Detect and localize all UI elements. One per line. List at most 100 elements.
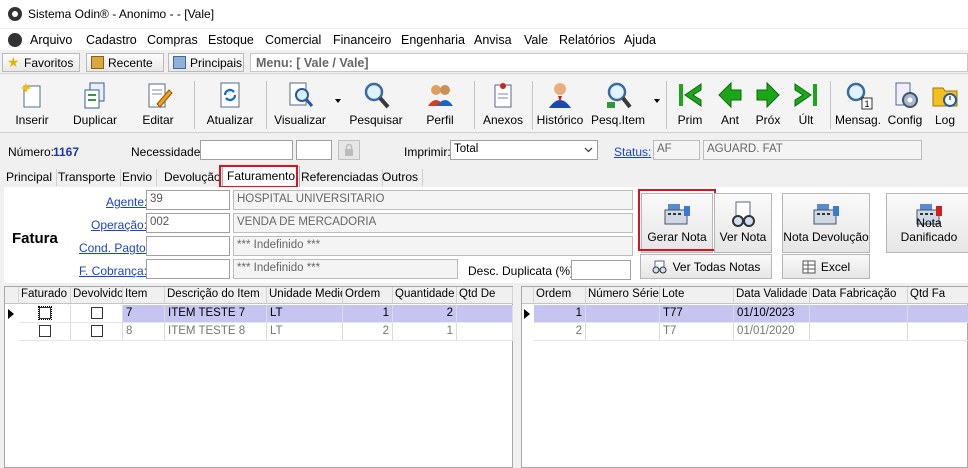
numero-serie-cell[interactable] — [586, 305, 660, 323]
col-ordem[interactable]: Ordem — [534, 287, 586, 304]
prim-button[interactable]: Prim — [672, 77, 708, 131]
col-devolvido[interactable]: Devolvido — [71, 287, 123, 304]
pesq-item-button[interactable]: Pesq.Item — [590, 77, 646, 131]
forma-cobranca-link[interactable]: F. Cobrança: — [79, 264, 147, 278]
cond-pagto-code-field[interactable] — [146, 236, 230, 256]
status-link[interactable]: Status: — [614, 145, 651, 159]
visualizar-dropdown-icon[interactable] — [335, 99, 341, 103]
qtd-devolvida-cell[interactable] — [457, 323, 513, 341]
ver-todas-notas-button[interactable]: Ver Todas Notas — [640, 254, 772, 279]
historico-button[interactable]: Histórico — [534, 77, 586, 131]
devolvido-checkbox[interactable] — [91, 325, 103, 337]
tab-transporte[interactable]: Transporte — [54, 169, 121, 186]
imprimir-select[interactable]: Total — [450, 140, 598, 160]
atualizar-button[interactable]: Atualizar — [202, 77, 258, 131]
ordem-cell[interactable]: 2 — [534, 323, 586, 341]
log-button[interactable]: Log — [926, 77, 964, 131]
menu-vale[interactable]: Vale — [524, 33, 548, 47]
ordem-cell[interactable]: 2 — [343, 323, 393, 341]
tab-principal[interactable]: Principal — [2, 169, 58, 186]
data-fabricacao-cell[interactable] — [810, 305, 908, 323]
config-button[interactable]: Config — [884, 77, 926, 131]
lock-icon[interactable] — [338, 140, 360, 160]
duplicar-button[interactable]: Duplicar — [66, 77, 124, 131]
item-cell[interactable]: 7 — [123, 305, 165, 323]
anexos-button[interactable]: Anexos — [478, 77, 528, 131]
col-qtd-faturada[interactable]: Qtd Fa — [908, 287, 968, 304]
menu-financeiro[interactable]: Financeiro — [333, 33, 391, 47]
necessidade-date-field[interactable] — [200, 140, 293, 160]
faturado-checkbox[interactable] — [38, 306, 52, 320]
pesquisar-button[interactable]: Pesquisar — [346, 77, 406, 131]
quantidade-cell[interactable]: 1 — [393, 323, 457, 341]
col-descricao[interactable]: Descrição do Item — [165, 287, 267, 304]
tab-devolucao[interactable]: Devolução — [160, 169, 226, 186]
qtd-faturada-cell[interactable] — [908, 323, 968, 341]
menu-compras[interactable]: Compras — [147, 33, 198, 47]
ver-nota-button[interactable]: Ver Nota — [714, 193, 772, 253]
system-menu-icon[interactable] — [8, 33, 22, 47]
operacao-code-field[interactable]: 002 — [146, 213, 230, 233]
col-faturado[interactable]: Faturado — [19, 287, 71, 304]
faturado-checkbox[interactable] — [39, 325, 51, 337]
menu-arquivo[interactable]: Arquivo — [30, 33, 72, 47]
numero-serie-cell[interactable] — [586, 323, 660, 341]
col-data-validade[interactable]: Data Validade — [734, 287, 810, 304]
data-fabricacao-cell[interactable] — [810, 323, 908, 341]
qtd-devolvida-cell[interactable] — [457, 305, 513, 323]
col-quantidade[interactable]: Quantidade — [393, 287, 457, 304]
mensag-button[interactable]: 1 Mensag. — [834, 77, 882, 131]
col-item[interactable]: Item — [123, 287, 165, 304]
col-unidade[interactable]: Unidade Medida — [267, 287, 343, 304]
favoritos-button[interactable]: ★ Favoritos — [2, 53, 80, 72]
menu-engenharia[interactable]: Engenharia — [401, 33, 465, 47]
descricao-cell[interactable]: ITEM TESTE 8 — [165, 323, 267, 341]
menu-estoque[interactable]: Estoque — [208, 33, 254, 47]
excel-button[interactable]: Excel — [782, 254, 870, 279]
col-data-fabricacao[interactable]: Data Fabricação — [810, 287, 908, 304]
table-row[interactable]: 7 ITEM TESTE 7 LT 1 2 — [5, 305, 513, 323]
menu-relatorios[interactable]: Relatórios — [559, 33, 615, 47]
editar-button[interactable]: Editar — [130, 77, 186, 131]
ordem-cell[interactable]: 1 — [534, 305, 586, 323]
tab-envio[interactable]: Envio — [118, 169, 158, 186]
menu-ajuda[interactable]: Ajuda — [624, 33, 656, 47]
inserir-button[interactable]: Inserir — [4, 77, 60, 131]
col-numero-serie[interactable]: Número Série — [586, 287, 660, 304]
nota-danificado-button[interactable]: Nota Danificado — [886, 193, 968, 253]
quantidade-cell[interactable]: 2 — [393, 305, 457, 323]
data-validade-cell[interactable]: 01/10/2023 — [734, 305, 810, 323]
prox-button[interactable]: Próx — [750, 77, 786, 131]
qtd-faturada-cell[interactable] — [908, 305, 968, 323]
col-qtd-devolvida[interactable]: Qtd De — [457, 287, 513, 304]
forma-cobranca-code-field[interactable] — [146, 259, 230, 279]
nota-devolucao-button[interactable]: Nota Devolução — [782, 193, 870, 253]
perfil-button[interactable]: Perfil — [412, 77, 468, 131]
table-row[interactable]: 2 T7 01/01/2020 — [522, 323, 968, 341]
agente-link[interactable]: Agente: — [106, 195, 147, 209]
table-row[interactable]: 1 T77 01/10/2023 — [522, 305, 968, 323]
necessidade-time-field[interactable] — [296, 140, 332, 160]
principais-button[interactable]: Principais — [168, 53, 244, 72]
ult-button[interactable]: Últ — [788, 77, 824, 131]
operacao-link[interactable]: Operação: — [91, 218, 147, 232]
ordem-cell[interactable]: 1 — [343, 305, 393, 323]
data-validade-cell[interactable]: 01/01/2020 — [734, 323, 810, 341]
pesq-item-dropdown-icon[interactable] — [654, 99, 660, 103]
col-lote[interactable]: Lote — [660, 287, 734, 304]
unidade-cell[interactable]: LT — [267, 305, 343, 323]
lote-cell[interactable]: T7 — [660, 323, 734, 341]
desc-duplicata-field[interactable] — [571, 260, 631, 280]
descricao-cell[interactable]: ITEM TESTE 7 — [165, 305, 267, 323]
menu-cadastro[interactable]: Cadastro — [86, 33, 137, 47]
cond-pagto-link[interactable]: Cond. Pagto: — [79, 241, 149, 255]
tab-referenciadas[interactable]: Referenciadas — [297, 169, 384, 186]
tab-outros[interactable]: Outros — [378, 169, 424, 186]
menu-anvisa[interactable]: Anvisa — [474, 33, 512, 47]
table-row[interactable]: 8 ITEM TESTE 8 LT 2 1 — [5, 323, 513, 341]
item-cell[interactable]: 8 — [123, 323, 165, 341]
devolvido-checkbox[interactable] — [91, 307, 103, 319]
lote-cell[interactable]: T77 — [660, 305, 734, 323]
agente-code-field[interactable]: 39 — [146, 190, 230, 210]
unidade-cell[interactable]: LT — [267, 323, 343, 341]
